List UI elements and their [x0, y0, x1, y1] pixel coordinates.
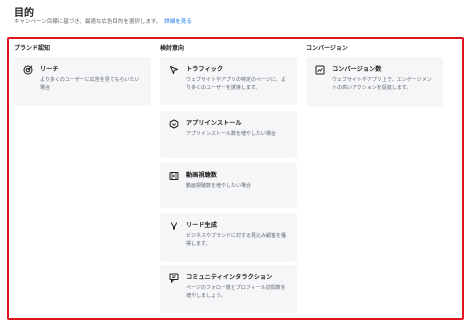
column-header-consideration: 検討意向: [160, 45, 185, 52]
card-title: 動画視聴数: [186, 172, 217, 179]
card-title: トラフィック: [186, 66, 224, 73]
card-description: ウェブサイトやアプリ上で、エンゲージメントの高いアクションを促進します。: [332, 77, 432, 91]
community-chat-icon: [169, 273, 179, 283]
video-film-icon: [169, 171, 179, 181]
learn-more-link[interactable]: 詳細を見る: [164, 19, 192, 25]
objective-card-traffic[interactable]: トラフィック ウェブサイトやアプリの特定のページに、より多くのユーザーを誘導しま…: [160, 57, 297, 105]
objective-card-community-interaction[interactable]: コミュニティインタラクション ページのフォロー数とプロフィール訪問数を増やしまし…: [160, 265, 297, 313]
card-description: より多くのユーザーに広告を見てもらいたい場合: [40, 77, 140, 91]
card-title: リード生成: [186, 222, 217, 229]
card-description: アプリインストール数を増やしたい場合: [186, 131, 276, 137]
card-description: 動画視聴数を増やしたい場合: [186, 183, 252, 189]
conversion-chart-icon: [315, 65, 325, 75]
reach-target-icon: [23, 65, 33, 75]
subtitle-text: キャンペーン目標に基づき、最適な広告目的を選択します。: [14, 19, 162, 25]
objective-card-conversions[interactable]: コンバージョン数 ウェブサイトやアプリ上で、エンゲージメントの高いアクションを促…: [306, 57, 443, 107]
card-title: コミュニティインタラクション: [186, 274, 273, 281]
card-title: コンバージョン数: [332, 66, 382, 73]
objective-card-video-views[interactable]: 動画視聴数 動画視聴数を増やしたい場合: [160, 163, 297, 208]
card-description: ビジネスやブランドに対する見込み顧客を獲得します。: [186, 233, 287, 247]
card-title: リーチ: [40, 66, 59, 73]
column-header-conversion: コンバージョン: [306, 45, 348, 52]
objective-card-reach[interactable]: リーチ より多くのユーザーに広告を見てもらいたい場合: [14, 57, 151, 106]
card-description: ウェブサイトやアプリの特定のページに、より多くのユーザーを誘導します。: [186, 77, 286, 91]
card-description: ページのフォロー数とプロフィール訪問数を増やしましょう。: [186, 285, 286, 299]
lead-funnel-icon: [169, 221, 179, 231]
cursor-arrow-icon: [169, 65, 179, 75]
card-title: アプリインストール: [186, 120, 242, 127]
page-subtitle: キャンペーン目標に基づき、最適な広告目的を選択します。 詳細を見る: [14, 17, 192, 25]
column-header-awareness: ブランド認知: [14, 45, 51, 52]
objective-card-lead-generation[interactable]: リード生成 ビジネスやブランドに対する見込み顧客を獲得します。: [160, 213, 297, 262]
objective-card-app-installs[interactable]: アプリインストール アプリインストール数を増やしたい場合: [160, 111, 297, 158]
app-box-icon: [169, 119, 179, 129]
